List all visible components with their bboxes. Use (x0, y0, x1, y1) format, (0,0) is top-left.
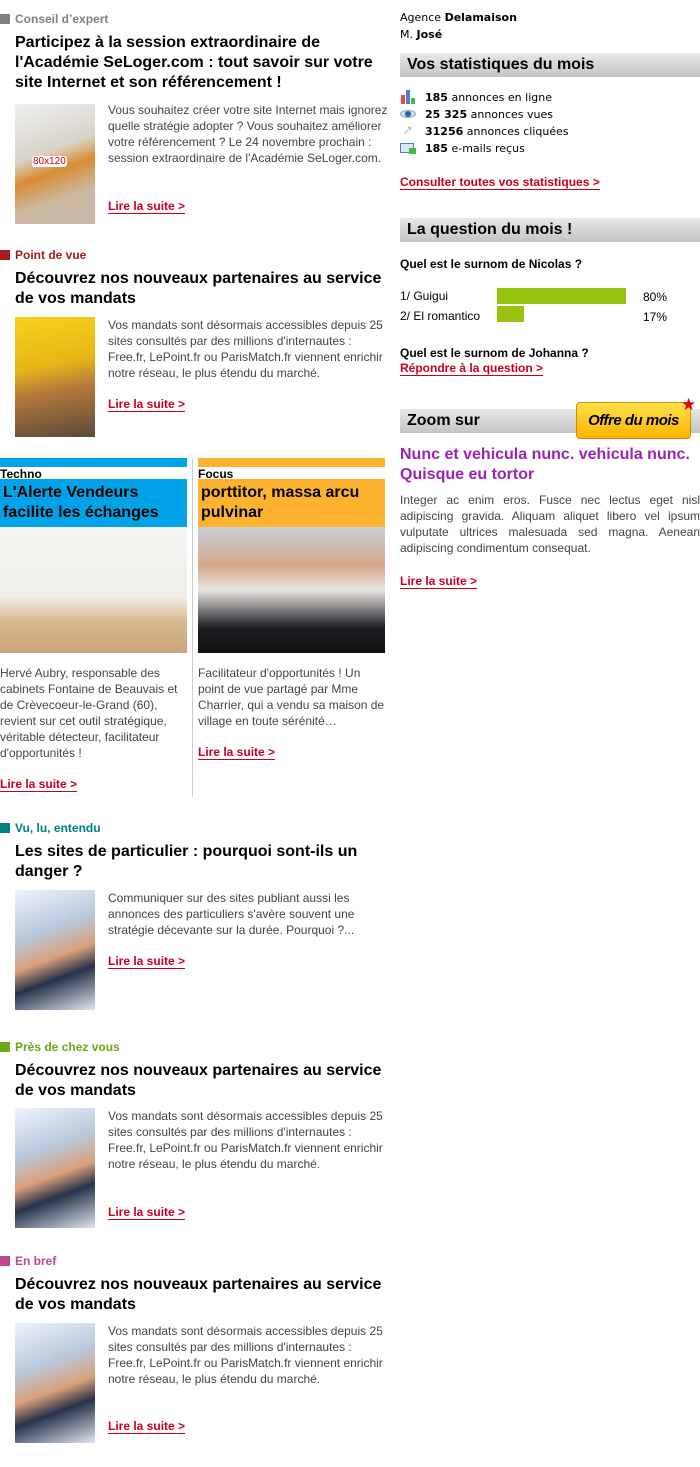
stat-views: 25 325 annonces vues (400, 106, 553, 122)
square-icon (0, 1256, 10, 1266)
stat-label: e-mails reçus (451, 141, 525, 155)
square-icon (0, 1042, 10, 1052)
read-more-link[interactable]: Lire la suite > (108, 1206, 186, 1220)
category-label: En bref (0, 1254, 56, 1268)
read-more-link[interactable]: Lire la suite > (108, 398, 186, 412)
image-size-label: 80x120 (32, 156, 67, 167)
agency-info: Agence Delamaison M. José (400, 9, 517, 43)
star-icon: ★ (681, 395, 697, 414)
person-prefix: M. (400, 28, 413, 41)
article-text: Vous souhaitez créer votre site Internet… (108, 103, 388, 165)
article-text: Vos mandats sont désormais accessibles d… (108, 1324, 383, 1386)
agency-label: Agence (400, 11, 442, 24)
column-text: Hervé Aubry, responsable des cabinets Fo… (0, 666, 178, 760)
square-icon (0, 823, 10, 833)
color-bar (0, 458, 187, 467)
article-title[interactable]: Découvrez nos nouveaux partenaires au se… (15, 269, 390, 309)
category-text: Près de chez vous (15, 1040, 120, 1054)
read-more-link[interactable]: Lire la suite > (400, 575, 478, 589)
stat-value: 185 (425, 90, 448, 104)
poll-question: Quel est le surnom de Nicolas ? (400, 257, 583, 271)
stat-value: 31256 (425, 124, 464, 138)
question-header: La question du mois ! (400, 218, 700, 242)
person-name: José (416, 28, 443, 41)
zoom-headline[interactable]: Nunc et vehicula nunc. vehicula nunc. Qu… (400, 445, 700, 485)
answer-question-link[interactable]: Répondre à la question > (400, 362, 544, 376)
bar-chart-icon (400, 90, 416, 104)
article-image[interactable] (15, 1323, 95, 1443)
zoom-text: Integer ac enim eros. Fusce nec lectus e… (400, 493, 700, 555)
answer-label: 2/ El romantico (400, 309, 481, 323)
read-more-link[interactable]: Lire la suite > (108, 955, 186, 969)
stat-emails: 185 e-mails reçus (400, 140, 525, 156)
answer-label: 1/ Guigui (400, 289, 449, 303)
stat-label: annonces en ligne (451, 90, 552, 104)
category-text: Point de vue (15, 248, 87, 262)
category-text: Vu, lu, entendu (15, 821, 101, 835)
stat-label: annonces vues (470, 107, 554, 121)
offer-of-month-button[interactable]: Offre du mois (576, 402, 691, 439)
column-image[interactable] (0, 527, 187, 653)
mail-icon (400, 141, 416, 155)
column-image[interactable] (198, 527, 385, 653)
square-icon (0, 14, 10, 24)
column-text: Facilitateur d'opportunités ! Un point d… (198, 666, 385, 728)
read-more-link[interactable]: Lire la suite > (108, 1420, 186, 1434)
square-icon (0, 250, 10, 260)
article-title[interactable]: Participez à la session extraordinaire d… (15, 33, 390, 93)
article-image[interactable] (15, 890, 95, 1010)
category-text: En bref (15, 1254, 57, 1268)
color-bar (198, 458, 385, 467)
column-title[interactable]: porttitor, massa arcu pulvinar (198, 479, 385, 527)
article-image[interactable] (15, 317, 95, 437)
article-image[interactable] (15, 1108, 95, 1228)
read-more-link[interactable]: Lire la suite > (108, 200, 186, 214)
article-title[interactable]: Découvrez nos nouveaux partenaires au se… (15, 1275, 390, 1315)
column-divider (192, 458, 193, 797)
category-text: Conseil d’expert (15, 12, 109, 26)
article-title[interactable]: Découvrez nos nouveaux partenaires au se… (15, 1061, 390, 1101)
stat-clicks: ➚ 31256 annonces cliquées (400, 123, 569, 139)
all-stats-link[interactable]: Consulter toutes vos statistiques > (400, 176, 600, 190)
read-more-link[interactable]: Lire la suite > (0, 778, 78, 792)
stat-value: 25 325 (425, 107, 468, 121)
answer-bar (497, 288, 626, 304)
stat-value: 185 (425, 141, 448, 155)
category-label: Conseil d’expert (0, 12, 108, 26)
category-label: Point de vue (0, 248, 86, 262)
next-question: Quel est le surnom de Johanna ? (400, 346, 589, 360)
column-title[interactable]: L'Alerte Vendeurs facilite les échanges (0, 479, 187, 527)
answer-percent: 80% (643, 290, 668, 304)
eye-icon (400, 107, 416, 121)
category-label: Près de chez vous (0, 1040, 120, 1054)
answer-bar (497, 306, 525, 322)
read-more-link[interactable]: Lire la suite > (198, 746, 276, 760)
stat-online: 185 annonces en ligne (400, 89, 552, 105)
article-text: Vos mandats sont désormais accessibles d… (108, 318, 383, 380)
article-title[interactable]: Les sites de particulier : pourquoi sont… (15, 842, 390, 882)
agency-name: Delamaison (444, 11, 517, 24)
category-label: Vu, lu, entendu (0, 821, 101, 835)
answer-percent: 17% (643, 310, 668, 324)
stats-header: Vos statistiques du mois (400, 53, 700, 77)
article-image[interactable]: 80x120 (15, 104, 95, 224)
stat-label: annonces cliquées (466, 124, 569, 138)
cursor-icon: ➚ (402, 123, 414, 138)
article-text: Communiquer sur des sites publiant aussi… (108, 891, 355, 937)
article-text: Vos mandats sont désormais accessibles d… (108, 1109, 383, 1171)
